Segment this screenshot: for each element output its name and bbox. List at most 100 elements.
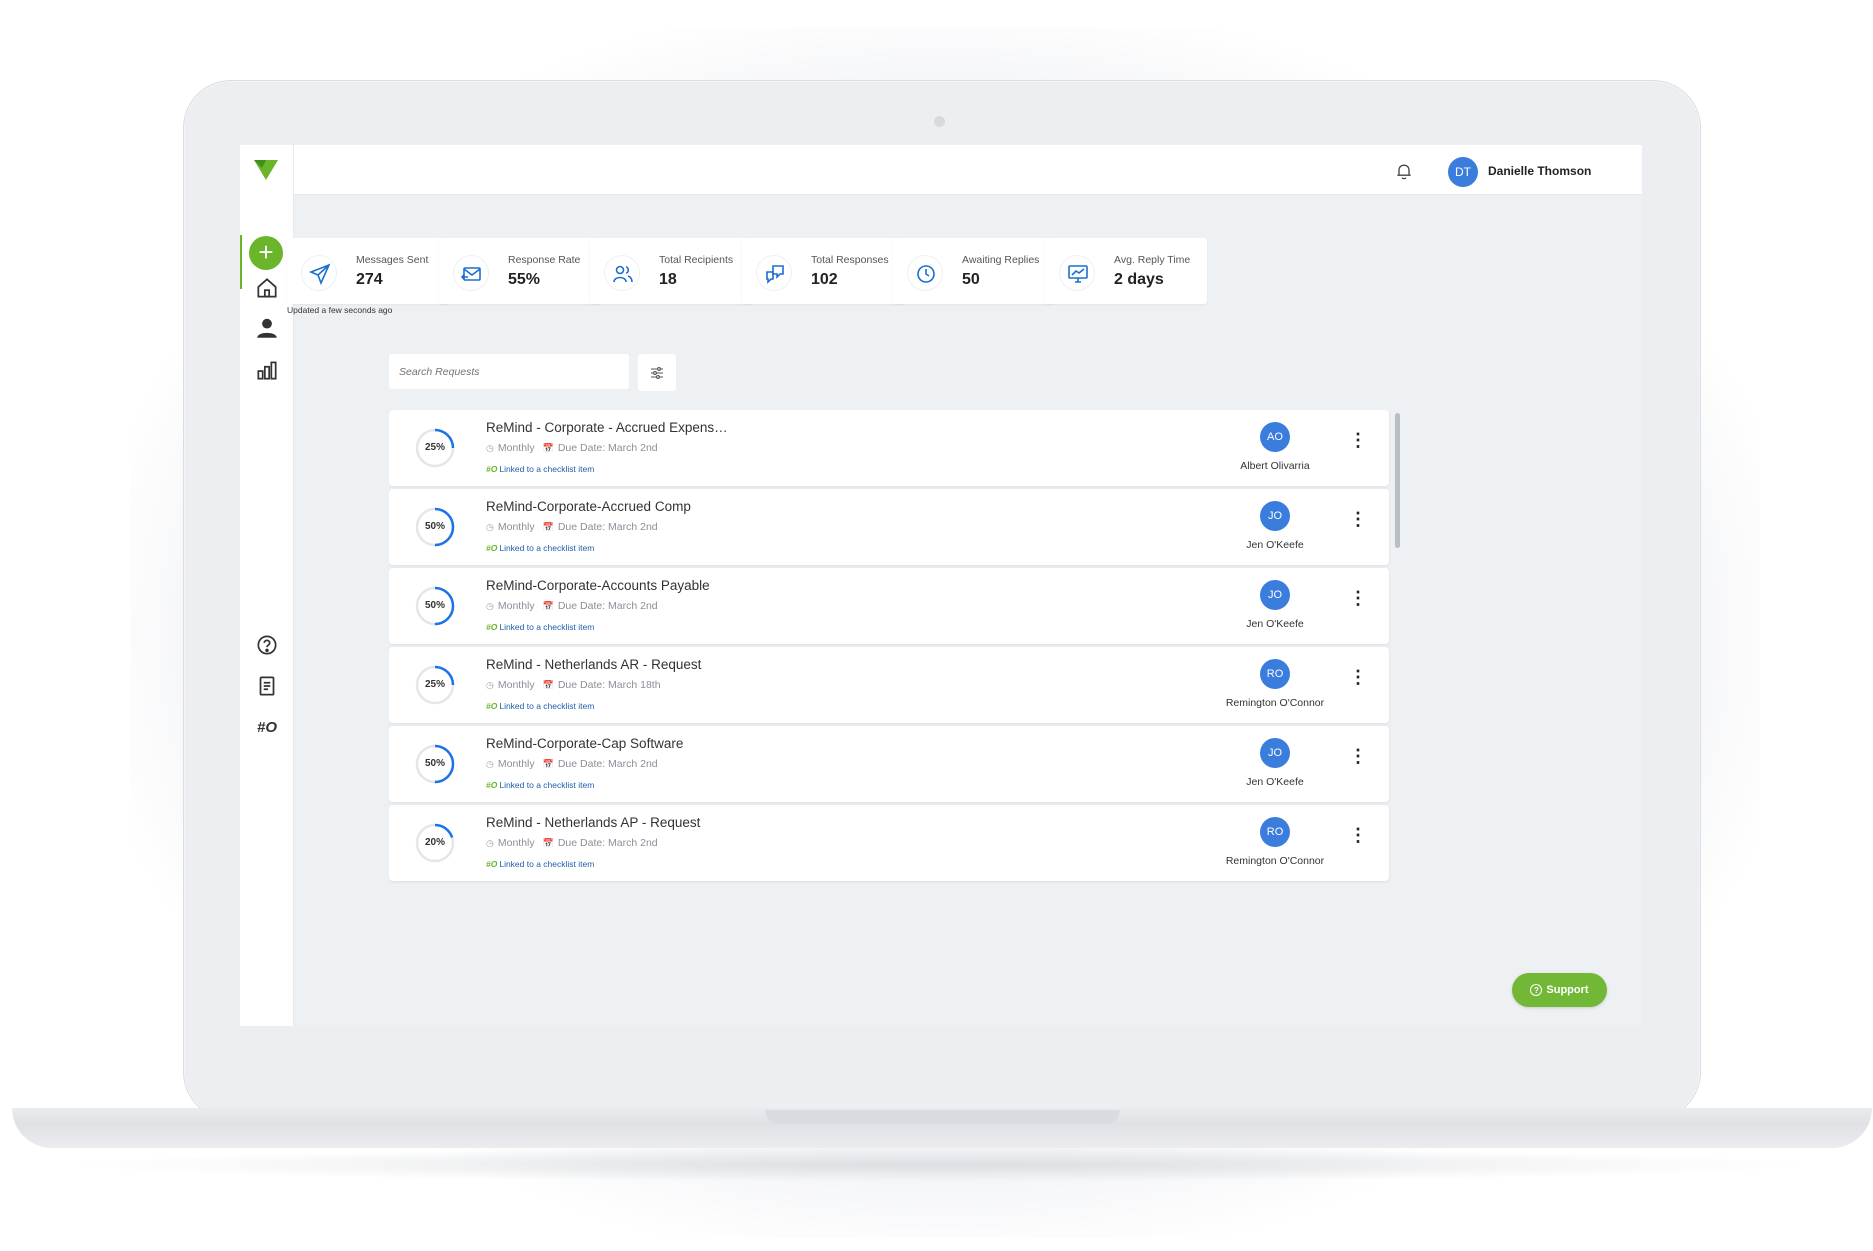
add-request-button[interactable]: + bbox=[249, 236, 283, 270]
request-row[interactable]: 25% ReMind - Corporate - Accrued Expens… ◷… bbox=[389, 410, 1389, 486]
checklist-link[interactable]: #O Linked to a checklist item bbox=[486, 622, 594, 632]
checklist-link[interactable]: #O Linked to a checklist item bbox=[486, 859, 594, 869]
user-icon[interactable] bbox=[254, 315, 280, 341]
bell-icon[interactable] bbox=[1394, 161, 1414, 181]
checklist-link-label: Linked to a checklist item bbox=[499, 701, 595, 711]
user-avatar[interactable]: DT bbox=[1448, 157, 1478, 187]
chat-bubbles-icon bbox=[756, 255, 792, 291]
request-meta: ◷ Monthly 📅 Due Date: March 2nd bbox=[486, 837, 666, 849]
assignee-name: Albert Olivarria bbox=[1240, 460, 1310, 472]
frequency: Monthly bbox=[497, 442, 535, 454]
calendar-icon: 📅 bbox=[542, 838, 554, 848]
user-name[interactable]: Danielle Thomson bbox=[1488, 164, 1591, 178]
clock-icon bbox=[907, 255, 943, 291]
more-options-icon[interactable]: ⋮ bbox=[1349, 510, 1367, 539]
envelope-return-icon bbox=[453, 255, 489, 291]
document-icon[interactable] bbox=[254, 673, 280, 699]
frequency: Monthly bbox=[497, 600, 535, 612]
clock-icon: ◷ bbox=[486, 443, 494, 453]
help-icon[interactable] bbox=[254, 632, 280, 658]
assignee-avatar: JO bbox=[1260, 738, 1290, 768]
kpi-value: 102 bbox=[811, 271, 838, 288]
due-date: Due Date: March 2nd bbox=[557, 837, 658, 849]
request-row[interactable]: 50% ReMind-Corporate-Accrued Comp ◷ Monthly… bbox=[389, 489, 1389, 565]
request-title[interactable]: ReMind-Corporate-Accrued Comp bbox=[486, 499, 691, 514]
due-date: Due Date: March 2nd bbox=[557, 521, 658, 533]
hash-o-icon: #O bbox=[486, 622, 498, 632]
request-meta: ◷ Monthly 📅 Due Date: March 2nd bbox=[486, 442, 666, 454]
scrollbar-thumb[interactable] bbox=[1395, 413, 1400, 548]
request-row[interactable]: 50% ReMind-Corporate-Accounts Payable ◷ Mon… bbox=[389, 568, 1389, 644]
request-row[interactable]: 25% ReMind - Netherlands AR - Request ◷ Mon… bbox=[389, 647, 1389, 723]
due-date: Due Date: March 2nd bbox=[557, 600, 658, 612]
calendar-icon: 📅 bbox=[542, 522, 554, 532]
clock-icon: ◷ bbox=[486, 680, 494, 690]
assignee-name: Jen O'Keefe bbox=[1246, 618, 1304, 630]
hash-o-icon: #O bbox=[486, 859, 498, 869]
more-options-icon[interactable]: ⋮ bbox=[1349, 826, 1367, 855]
laptop-notch bbox=[765, 1110, 1120, 1124]
checklist-link[interactable]: #O Linked to a checklist item bbox=[486, 464, 594, 474]
calendar-icon: 📅 bbox=[542, 443, 554, 453]
request-row[interactable]: 20% ReMind - Netherlands AP - Request ◷ Mon… bbox=[389, 805, 1389, 881]
calendar-icon: 📅 bbox=[542, 759, 554, 769]
more-options-icon[interactable]: ⋮ bbox=[1349, 747, 1367, 776]
top-bar: DT Danielle Thomson bbox=[294, 145, 1642, 195]
frequency: Monthly bbox=[497, 837, 535, 849]
checklist-link[interactable]: #O Linked to a checklist item bbox=[486, 701, 594, 711]
sliders-icon bbox=[651, 367, 663, 379]
filter-button[interactable] bbox=[638, 354, 676, 391]
more-options-icon[interactable]: ⋮ bbox=[1349, 431, 1367, 460]
request-title[interactable]: ReMind - Corporate - Accrued Expens… bbox=[486, 420, 728, 435]
clock-icon: ◷ bbox=[486, 601, 494, 611]
home-icon[interactable] bbox=[254, 275, 280, 301]
assignee-avatar: RO bbox=[1260, 817, 1290, 847]
frequency: Monthly bbox=[497, 679, 535, 691]
support-button[interactable]: ? Support bbox=[1512, 973, 1607, 1007]
hash-o-icon: #O bbox=[486, 701, 498, 711]
frequency: Monthly bbox=[497, 758, 535, 770]
bar-chart-icon[interactable] bbox=[254, 357, 280, 383]
kpi-avg-reply-time: Avg. Reply Time 2 days bbox=[1045, 238, 1207, 304]
support-label: Support bbox=[1546, 984, 1589, 996]
hash-o-icon[interactable]: #O bbox=[254, 715, 280, 741]
laptop-shadow bbox=[60, 1148, 1820, 1182]
request-title[interactable]: ReMind-Corporate-Accounts Payable bbox=[486, 578, 710, 593]
assignee-avatar: JO bbox=[1260, 580, 1290, 610]
clock-icon: ◷ bbox=[486, 759, 494, 769]
more-options-icon[interactable]: ⋮ bbox=[1349, 589, 1367, 618]
kpi-label: Total Recipients bbox=[659, 254, 734, 266]
progress-percent: 50% bbox=[424, 600, 445, 611]
checklist-link-label: Linked to a checklist item bbox=[499, 464, 595, 474]
assignee-avatar: RO bbox=[1260, 659, 1290, 689]
sidebar: + #O bbox=[240, 145, 294, 1026]
assignee-avatar: JO bbox=[1260, 501, 1290, 531]
search-input[interactable] bbox=[389, 354, 629, 389]
request-title[interactable]: ReMind - Netherlands AR - Request bbox=[486, 657, 701, 672]
kpi-value: 274 bbox=[356, 271, 383, 288]
request-meta: ◷ Monthly 📅 Due Date: March 2nd bbox=[486, 521, 666, 533]
kpi-value: 18 bbox=[659, 271, 677, 288]
checklist-link-label: Linked to a checklist item bbox=[499, 622, 595, 632]
webcam bbox=[934, 116, 945, 127]
checklist-link-label: Linked to a checklist item bbox=[499, 780, 595, 790]
assignee-name: Remington O'Connor bbox=[1225, 697, 1325, 709]
checklist-link[interactable]: #O Linked to a checklist item bbox=[486, 543, 594, 553]
checklist-link[interactable]: #O Linked to a checklist item bbox=[486, 780, 594, 790]
request-title[interactable]: ReMind - Netherlands AP - Request bbox=[486, 815, 700, 830]
frequency: Monthly bbox=[497, 521, 535, 533]
request-row[interactable]: 50% ReMind-Corporate-Cap Software ◷ Monthly… bbox=[389, 726, 1389, 802]
hash-o-icon: #O bbox=[486, 780, 498, 790]
kpi-label: Avg. Reply Time bbox=[1114, 254, 1191, 266]
monitor-chart-icon bbox=[1059, 255, 1095, 291]
calendar-icon: 📅 bbox=[542, 680, 554, 690]
logo-icon bbox=[254, 160, 278, 180]
more-options-icon[interactable]: ⋮ bbox=[1349, 668, 1367, 697]
progress-percent: 25% bbox=[424, 679, 445, 690]
request-meta: ◷ Monthly 📅 Due Date: March 2nd bbox=[486, 758, 666, 770]
request-meta: ◷ Monthly 📅 Due Date: March 2nd bbox=[486, 600, 666, 612]
due-date: Due Date: March 2nd bbox=[557, 442, 658, 454]
hash-o-icon: #O bbox=[486, 464, 498, 474]
request-title[interactable]: ReMind-Corporate-Cap Software bbox=[486, 736, 683, 751]
clock-icon: ◷ bbox=[486, 838, 494, 848]
